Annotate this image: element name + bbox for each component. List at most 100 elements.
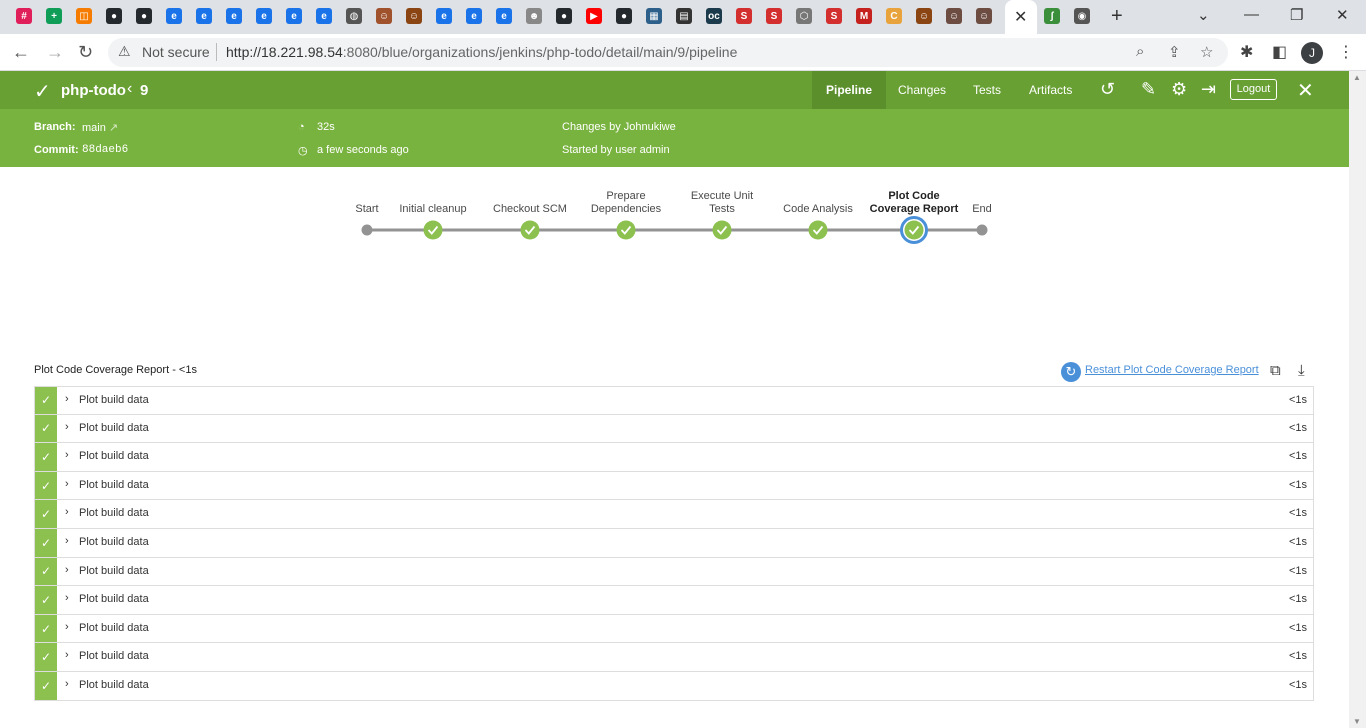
stage-label[interactable]: Prepare Dependencies (571, 190, 681, 216)
expand-chevron-icon[interactable]: › (65, 621, 69, 633)
step-row[interactable]: ✓ › Plot build data <1s (34, 528, 1314, 558)
new-tab-icon[interactable]: + (1111, 5, 1123, 28)
github-icon[interactable]: ● (106, 8, 122, 24)
minimize-icon[interactable]: — (1244, 6, 1259, 23)
step-row[interactable]: ✓ › Plot build data <1s (34, 643, 1314, 672)
avatar-tab-icon[interactable]: ☺ (946, 8, 962, 24)
browser-menu-icon[interactable]: ⋮ (1338, 42, 1354, 62)
restart-stage-link[interactable]: Restart Plot Code Coverage Report (1085, 364, 1259, 376)
stage-node[interactable] (520, 220, 540, 240)
s-app-icon[interactable]: S (826, 8, 842, 24)
s-app-icon[interactable]: S (736, 8, 752, 24)
oc-icon[interactable]: oc (706, 8, 722, 24)
reload-icon[interactable]: ↻ (78, 42, 93, 63)
stage-node[interactable] (900, 216, 928, 244)
blue-app-icon[interactable]: e (316, 8, 332, 24)
blue-app-icon[interactable]: e (496, 8, 512, 24)
restart-stage-icon[interactable]: ↻ (1061, 362, 1081, 382)
stage-node[interactable] (616, 220, 636, 240)
github-icon[interactable]: ● (136, 8, 152, 24)
stage-node[interactable] (808, 220, 828, 240)
c-app-icon[interactable]: C (886, 8, 902, 24)
step-row[interactable]: ✓ › Plot build data <1s (34, 500, 1314, 529)
edit-pencil-icon[interactable]: ✎ (1141, 79, 1156, 100)
download-log-icon[interactable]: ⤓ (1298, 362, 1305, 379)
chrome-icon[interactable]: ◉ (1074, 8, 1090, 24)
blue-app-icon[interactable]: e (436, 8, 452, 24)
avatar-tab-icon[interactable]: ☺ (406, 8, 422, 24)
branch-value-link[interactable]: main ↗ (82, 121, 118, 134)
commit-value[interactable]: 88daeb6 (82, 144, 128, 156)
expand-chevron-icon[interactable]: › (65, 506, 69, 518)
expand-chevron-icon[interactable]: › (65, 393, 69, 405)
expand-chevron-icon[interactable]: › (65, 535, 69, 547)
expand-chevron-icon[interactable]: › (65, 421, 69, 433)
stage-label[interactable]: Execute Unit Tests (667, 190, 777, 216)
blue-app-icon[interactable]: e (226, 8, 242, 24)
step-row[interactable]: ✓ › Plot build data <1s (34, 471, 1314, 501)
close-run-icon[interactable]: ✕ (1297, 78, 1314, 103)
gmail-icon[interactable]: M (856, 8, 872, 24)
sheets-icon[interactable]: + (46, 8, 62, 24)
page-scrollbar[interactable]: ▲ ▼ (1349, 71, 1366, 728)
bbc-icon[interactable]: ▤ (676, 8, 692, 24)
url-field[interactable]: ⚠ Not secure http://18.221.98.54:8080/bl… (108, 38, 1228, 67)
url-text[interactable]: http://18.221.98.54:8080/blue/organizati… (226, 44, 737, 60)
avatar-tab-icon[interactable]: ☺ (916, 8, 932, 24)
not-secure-label[interactable]: Not secure (142, 44, 210, 60)
blue-app-icon[interactable]: e (286, 8, 302, 24)
bookmark-star-icon[interactable]: ☆ (1200, 43, 1213, 61)
slack-icon[interactable]: # (16, 8, 32, 24)
expand-chevron-icon[interactable]: › (65, 678, 69, 690)
expand-chevron-icon[interactable]: › (65, 564, 69, 576)
window-close-icon[interactable]: ✕ (1336, 6, 1349, 24)
expand-chevron-icon[interactable]: › (65, 592, 69, 604)
rerun-icon[interactable]: ↺ (1100, 79, 1115, 100)
stage-label[interactable]: Initial cleanup (378, 203, 488, 216)
settings-gear-icon[interactable]: ⚙ (1171, 79, 1187, 100)
hex-icon[interactable]: ⬡ (796, 8, 812, 24)
grid-icon[interactable]: ▦ (646, 8, 662, 24)
step-row[interactable]: ✓ › Plot build data <1s (34, 614, 1314, 644)
scroll-up-icon[interactable]: ▲ (1353, 73, 1361, 82)
snake-icon[interactable]: ʃ (1044, 8, 1060, 24)
s-app-icon[interactable]: S (766, 8, 782, 24)
stage-label[interactable]: Checkout SCM (475, 203, 585, 216)
globe-icon[interactable]: ◍ (346, 8, 362, 24)
blue-app-icon[interactable]: e (256, 8, 272, 24)
tab-pipeline[interactable]: Pipeline (812, 71, 887, 109)
expand-chevron-icon[interactable]: › (65, 478, 69, 490)
stage-node[interactable] (976, 224, 988, 236)
logout-button[interactable]: Logout (1230, 79, 1277, 100)
step-row[interactable]: ✓ › Plot build data <1s (34, 414, 1314, 444)
blue-app-icon[interactable]: e (196, 8, 212, 24)
step-row[interactable]: ✓ › Plot build data <1s (34, 386, 1314, 415)
step-row[interactable]: ✓ › Plot build data <1s (34, 671, 1314, 701)
step-row[interactable]: ✓ › Plot build data <1s (34, 443, 1314, 472)
tab-changes[interactable]: Changes (884, 71, 960, 109)
classic-ui-exit-icon[interactable]: ⇥ (1201, 79, 1216, 100)
job-name-link[interactable]: php-todo (61, 82, 126, 99)
stage-label[interactable]: Code Analysis (763, 203, 873, 216)
profile-avatar[interactable]: J (1301, 42, 1323, 64)
expand-chevron-icon[interactable]: › (65, 449, 69, 461)
avatar-tab-icon[interactable]: ☺ (976, 8, 992, 24)
step-row[interactable]: ✓ › Plot build data <1s (34, 557, 1314, 587)
active-tab[interactable]: ✕ (1005, 0, 1037, 34)
warning-icon[interactable]: ⚠ (118, 43, 131, 60)
expand-chevron-icon[interactable]: › (65, 649, 69, 661)
stage-node[interactable] (712, 220, 732, 240)
maximize-icon[interactable]: ❐ (1290, 6, 1303, 24)
step-row[interactable]: ✓ › Plot build data <1s (34, 586, 1314, 615)
stage-label[interactable]: End (927, 203, 1037, 216)
scroll-down-icon[interactable]: ▼ (1353, 717, 1361, 726)
avatar-tab-icon[interactable]: ☺ (376, 8, 392, 24)
stage-node[interactable] (423, 220, 443, 240)
share-icon[interactable]: ⇪ (1168, 43, 1181, 61)
github-icon[interactable]: ● (556, 8, 572, 24)
open-log-external-icon[interactable]: ⧉ (1270, 362, 1281, 379)
zoom-icon[interactable]: ⌕ (1136, 43, 1144, 60)
youtube-icon[interactable]: ▶ (586, 8, 602, 24)
tab-search-icon[interactable]: ⌄ (1197, 6, 1210, 24)
blue-app-icon[interactable]: e (166, 8, 182, 24)
